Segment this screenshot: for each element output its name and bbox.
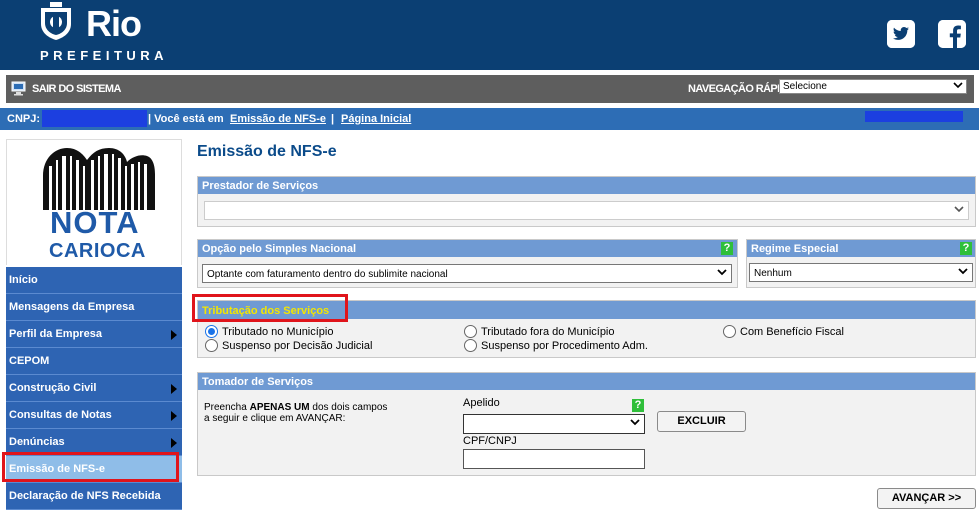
cnpj-label: CNPJ: <box>7 113 41 125</box>
sidebar-item-consultas[interactable]: Consultas de Notas <box>6 402 182 429</box>
barcode-arches-icon <box>43 148 155 210</box>
sidebar-item-construcao[interactable]: Construção Civil <box>6 375 182 402</box>
logo-subtitle: PREFEITURA <box>40 48 169 63</box>
breadcrumb-separator: | <box>331 113 335 125</box>
site-header: Rio PREFEITURA <box>0 0 979 70</box>
logo-word: Rio <box>86 3 142 44</box>
chevron-down-icon <box>630 419 640 426</box>
prestador-select[interactable] <box>204 201 969 220</box>
sidebar-item-inicio[interactable]: Início <box>6 267 182 294</box>
tomador-heading-text: Tomador de Serviços <box>202 376 314 388</box>
twitter-icon[interactable] <box>887 20 915 48</box>
sidebar-item-cepom[interactable]: CEPOM <box>6 348 182 375</box>
help-icon[interactable]: ? <box>960 242 972 255</box>
logo-carioca-text: CARIOCA <box>49 240 146 262</box>
tomador-instruction-line2: a seguir e clique em AVANÇAR: <box>204 413 346 424</box>
simples-selected-value: Optante com faturamento dentro do sublim… <box>207 269 448 280</box>
sidebar-item-label: Construção Civil <box>9 382 97 394</box>
prestador-heading-text: Prestador de Serviços <box>202 180 319 192</box>
sidebar-item-label: Mensagens da Empresa <box>9 301 135 313</box>
instruction-emphasis: APENAS UM <box>249 402 310 413</box>
regime-especial-select[interactable]: Nenhum <box>749 263 973 282</box>
simples-nacional-panel: Opção pelo Simples Nacional ? Optante co… <box>197 239 738 288</box>
simples-nacional-select[interactable]: Optante com faturamento dentro do sublim… <box>202 264 732 283</box>
sidebar-item-label: CEPOM <box>9 355 50 367</box>
radio-tributado-municipio[interactable]: Tributado no Município <box>205 325 334 338</box>
tomador-panel: Tomador de Serviços Preencha APENAS UM d… <box>197 372 976 476</box>
radio-label: Com Benefício Fiscal <box>740 326 844 338</box>
apelido-select[interactable] <box>463 414 645 434</box>
radio-beneficio-fiscal[interactable]: Com Benefício Fiscal <box>723 325 844 338</box>
chevron-down-icon <box>717 269 727 276</box>
sidebar-item-label: Início <box>9 274 38 286</box>
radio-checked-icon <box>205 325 218 338</box>
apelido-label: Apelido <box>463 397 500 409</box>
help-icon[interactable]: ? <box>632 399 644 412</box>
regime-selected-value: Nenhum <box>754 268 792 279</box>
radio-unchecked-icon <box>464 339 477 352</box>
radio-suspenso-adm[interactable]: Suspenso por Procedimento Adm. <box>464 339 648 352</box>
sidebar-item-label: Perfil da Empresa <box>9 328 102 340</box>
excluir-button[interactable]: EXCLUIR <box>657 411 746 432</box>
radio-label: Tributado no Município <box>222 326 334 338</box>
submenu-arrow-icon <box>171 438 177 448</box>
radio-label: Tributado fora do Município <box>481 326 615 338</box>
chevron-down-icon <box>958 268 968 275</box>
facebook-icon[interactable] <box>938 20 966 48</box>
tomador-instruction-line1: Preencha APENAS UM dos dois campos <box>204 402 387 413</box>
help-icon[interactable]: ? <box>721 242 733 255</box>
instruction-text: Preencha <box>204 402 250 413</box>
sidebar-item-label: Declaração de NFS Recebida <box>9 490 161 502</box>
sidebar-item-label: Consultas de Notas <box>9 409 112 421</box>
tomador-heading: Tomador de Serviços <box>198 373 975 390</box>
radio-suspenso-judicial[interactable]: Suspenso por Decisão Judicial <box>205 339 373 352</box>
cpf-cnpj-input[interactable] <box>463 449 645 469</box>
sidebar-item-declaracao[interactable]: Declaração de NFS Recebida <box>6 483 182 510</box>
radio-tributado-fora[interactable]: Tributado fora do Município <box>464 325 615 338</box>
quick-nav-select[interactable]: Selecione <box>779 79 967 94</box>
prestador-heading: Prestador de Serviços <box>198 177 975 194</box>
submenu-arrow-icon <box>171 411 177 421</box>
radio-label: Suspenso por Procedimento Adm. <box>481 340 648 352</box>
radio-unchecked-icon <box>464 325 477 338</box>
submenu-arrow-icon <box>171 384 177 394</box>
tributacao-highlight <box>192 294 348 322</box>
page-title: Emissão de NFS-e <box>197 143 337 160</box>
nota-carioca-logo[interactable]: NOTA CARIOCA <box>6 139 182 265</box>
regime-especial-panel: Regime Especial ? Nenhum <box>746 239 976 288</box>
instruction-text: dos dois campos <box>309 402 388 413</box>
user-redacted-value <box>865 111 963 122</box>
simples-heading: Opção pelo Simples Nacional ? <box>198 240 737 257</box>
chevron-down-icon <box>953 82 963 89</box>
computer-exit-icon[interactable] <box>11 81 27 96</box>
cnpj-redacted-value <box>42 110 147 127</box>
active-item-highlight <box>2 452 179 482</box>
regime-heading-text: Regime Especial <box>751 243 839 255</box>
city-crest-icon <box>41 2 71 40</box>
sidebar-item-mensagens[interactable]: Mensagens da Empresa <box>6 294 182 321</box>
context-bar: CNPJ: | Você está em Emissão de NFS-e | … <box>0 108 979 130</box>
sidebar-item-perfil[interactable]: Perfil da Empresa <box>6 321 182 348</box>
logo-nota-text: NOTA <box>50 205 140 240</box>
quick-nav-selected-value: Selecione <box>783 81 827 92</box>
radio-unchecked-icon <box>205 339 218 352</box>
breadcrumb-prefix: | Você está em <box>148 113 224 125</box>
submenu-arrow-icon <box>171 330 177 340</box>
regime-heading: Regime Especial ? <box>747 240 975 257</box>
cpf-cnpj-label: CPF/CNPJ <box>463 435 517 447</box>
sidebar-item-label: Denúncias <box>9 436 65 448</box>
prestador-panel: Prestador de Serviços <box>197 176 976 227</box>
home-page-link[interactable]: Página Inicial <box>341 113 411 125</box>
exit-system-link[interactable]: SAIR DO SISTEMA <box>32 83 121 95</box>
simples-heading-text: Opção pelo Simples Nacional <box>202 243 357 255</box>
rio-prefeitura-logo[interactable]: Rio PREFEITURA <box>38 2 168 66</box>
top-toolbar: SAIR DO SISTEMA NAVEGAÇÃO RÁPIDA Selecio… <box>6 75 974 103</box>
breadcrumb-current-link[interactable]: Emissão de NFS-e <box>230 113 326 125</box>
radio-unchecked-icon <box>723 325 736 338</box>
avancar-button[interactable]: AVANÇAR >> <box>877 488 976 509</box>
radio-label: Suspenso por Decisão Judicial <box>222 340 373 352</box>
chevron-down-icon <box>954 206 964 213</box>
